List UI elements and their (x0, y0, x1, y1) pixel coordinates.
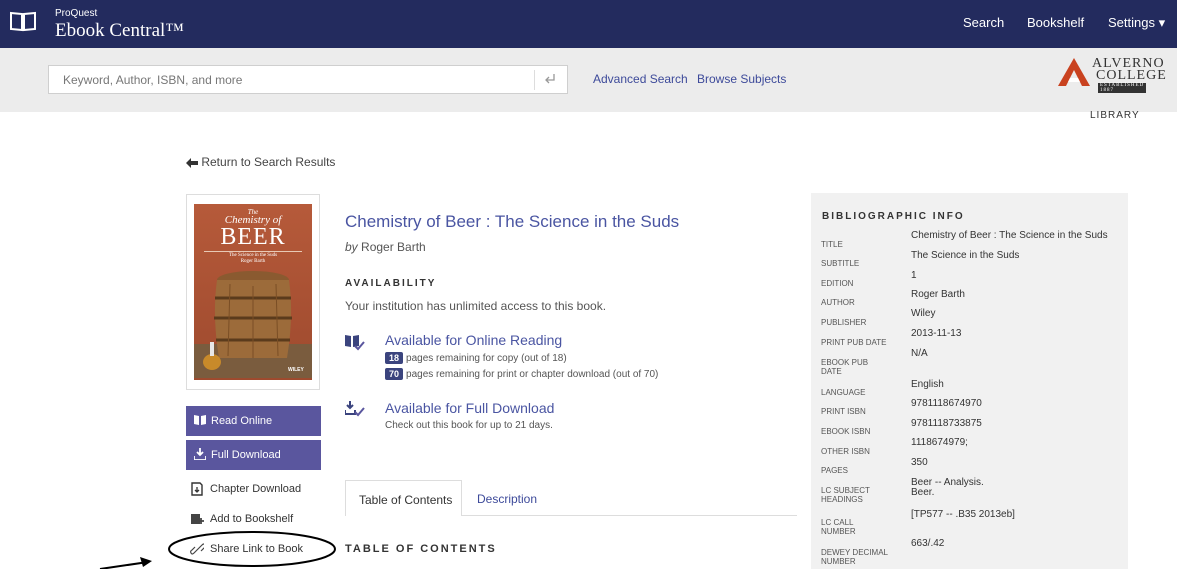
book-cover-image: The Chemistry of BEER The Science in the… (194, 204, 312, 380)
cover-publisher: WILEY (288, 367, 304, 373)
search-input[interactable] (61, 72, 525, 88)
search-divider (534, 70, 535, 90)
advanced-search-link[interactable]: Advanced Search (593, 72, 688, 86)
biblio-author-value[interactable]: Roger Barth (911, 289, 965, 300)
biblio-print-pub-label: PRINT PUB DATE (821, 338, 887, 347)
top-nav-bar: ProQuest Ebook Central™ Search Bookshelf… (0, 0, 1177, 48)
book-title: Chemistry of Beer : The Science in the S… (345, 212, 680, 231)
biblio-lc-subject-value2[interactable]: Beer. (911, 487, 934, 498)
copy-pages-text: pages remaining for copy (out of 18) (406, 353, 567, 364)
biblio-ebook-pub-label1: EBOOK PUB (821, 358, 869, 367)
biblio-pages-label: PAGES (821, 466, 848, 475)
search-box (48, 65, 568, 94)
biblio-language-label: LANGUAGE (821, 388, 866, 397)
return-to-results-link[interactable]: Return to Search Results (186, 155, 335, 169)
annotation-arrow-head (140, 557, 152, 567)
nav-bookshelf[interactable]: Bookshelf (1027, 15, 1084, 30)
link-icon (190, 543, 204, 555)
biblio-lc-subject-label1: LC SUBJECT (821, 486, 870, 495)
read-online-button[interactable]: Read Online (186, 406, 321, 436)
read-online-label: Read Online (211, 415, 273, 427)
book-byline: by Roger Barth (345, 240, 426, 254)
full-download-label: Full Download (211, 449, 281, 461)
biblio-dewey-label2: NUMBER (821, 557, 856, 566)
college-name-line2: COLLEGE (1096, 68, 1167, 83)
biblio-pages-value: 350 (911, 457, 928, 468)
book-open-icon (194, 415, 206, 425)
biblio-author-label: AUTHOR (821, 298, 855, 307)
college-mark-icon (1058, 58, 1090, 86)
biblio-ebook-isbn-value: 9781118733875 (911, 418, 982, 429)
cover-subtitle: The Science in the Suds (228, 253, 278, 258)
biblio-lc-call-label2: NUMBER (821, 527, 856, 536)
biblio-subtitle-label: SUBTITLE (821, 259, 860, 268)
copy-count-badge: 18 (385, 352, 404, 364)
add-bookshelf-icon (191, 514, 204, 524)
annotation-arrow-line (99, 561, 149, 569)
biblio-language-value: English (911, 379, 944, 390)
brand-company: ProQuest (55, 8, 98, 19)
biblio-other-isbn-value: 1118674979; (911, 437, 968, 448)
return-link-label: Return to Search Results (201, 155, 336, 169)
book-author[interactable]: Roger Barth (361, 240, 426, 254)
biblio-print-isbn-label: PRINT ISBN (821, 407, 866, 416)
biblio-ebook-isbn-label: EBOOK ISBN (821, 427, 871, 436)
college-library-label: LIBRARY (1090, 110, 1140, 121)
browse-subjects-link[interactable]: Browse Subjects (697, 72, 786, 86)
biblio-dewey-label1: DEWEY DECIMAL (821, 548, 888, 557)
full-download-text: Check out this book for up to 21 days. (385, 420, 553, 431)
biblio-publisher-value: Wiley (911, 308, 936, 319)
share-link-label: Share Link to Book (210, 543, 303, 555)
biblio-heading: BIBLIOGRAPHIC INFO (822, 211, 965, 222)
biblio-print-pub-value: 2013-11-13 (911, 328, 962, 339)
biblio-lc-call-label1: LC CALL (821, 518, 854, 527)
book-logo-icon[interactable] (8, 9, 44, 39)
full-download-button[interactable]: Full Download (186, 440, 321, 470)
chapter-download-icon (191, 482, 203, 496)
nav-settings[interactable]: Settings ▾ (1108, 15, 1165, 31)
college-established: ESTABLISHED 1887 (1098, 83, 1147, 93)
biblio-publisher-label: PUBLISHER (821, 318, 867, 327)
tab-description[interactable]: Description (477, 492, 537, 506)
toc-heading: TABLE OF CONTENTS (345, 543, 497, 555)
print-count-badge: 70 (385, 368, 404, 380)
chapter-download-label: Chapter Download (210, 483, 302, 495)
print-pages-text: pages remaining for print or chapter dow… (406, 369, 659, 380)
biblio-edition-value: 1 (911, 270, 917, 281)
cover-author: Roger Barth (240, 259, 266, 264)
online-reading-icon (345, 335, 365, 351)
beer-barrel-icon (194, 271, 312, 378)
book-cover[interactable]: The Chemistry of BEER The Science in the… (186, 194, 320, 390)
tab-toc-label: Table of Contents (359, 493, 453, 507)
biblio-subtitle-value: The Science in the Suds (911, 250, 1020, 261)
availability-text: Your institution has unlimited access to… (345, 299, 607, 313)
nav-search[interactable]: Search (963, 15, 1004, 30)
book-by: by (345, 240, 358, 254)
brand-product[interactable]: Ebook Central™ (55, 20, 184, 42)
biblio-lc-subject-label2: HEADINGS (821, 495, 863, 504)
online-reading-title[interactable]: Available for Online Reading (385, 332, 562, 348)
tab-table-of-contents[interactable]: Table of Contents (345, 480, 462, 516)
biblio-other-isbn-label: OTHER ISBN (821, 447, 870, 456)
full-download-title[interactable]: Available for Full Download (385, 400, 554, 416)
full-download-icon (345, 401, 365, 417)
biblio-dewey-value: 663/.42 (911, 538, 945, 549)
biblio-ebook-pub-label2: DATE (821, 367, 842, 376)
bibliographic-info-panel: BIBLIOGRAPHIC INFO TITLE Chemistry of Be… (811, 193, 1128, 569)
availability-heading: AVAILABILITY (345, 278, 437, 289)
download-icon (194, 448, 206, 460)
cover-beer: BEER (220, 224, 286, 250)
biblio-print-isbn-value: 9781118674970 (911, 398, 982, 409)
institution-logo[interactable]: ALVERNO COLLEGE ESTABLISHED 1887 LIBRARY (1058, 56, 1170, 121)
biblio-title-value: Chemistry of Beer : The Science in the S… (911, 230, 1108, 241)
enter-icon[interactable] (543, 71, 557, 92)
copy-pages-line: 18 pages remaining for copy (out of 18) (385, 352, 567, 364)
biblio-edition-label: EDITION (821, 279, 854, 288)
add-to-bookshelf-label: Add to Bookshelf (210, 513, 294, 525)
print-pages-line: 70 pages remaining for print or chapter d… (385, 368, 658, 380)
biblio-title-label: TITLE (821, 240, 843, 249)
arrow-left-icon (186, 157, 198, 168)
biblio-ebook-pub-value: N/A (911, 348, 928, 359)
biblio-lc-call-value: [TP577 -- .B35 2013eb] (911, 509, 1015, 520)
